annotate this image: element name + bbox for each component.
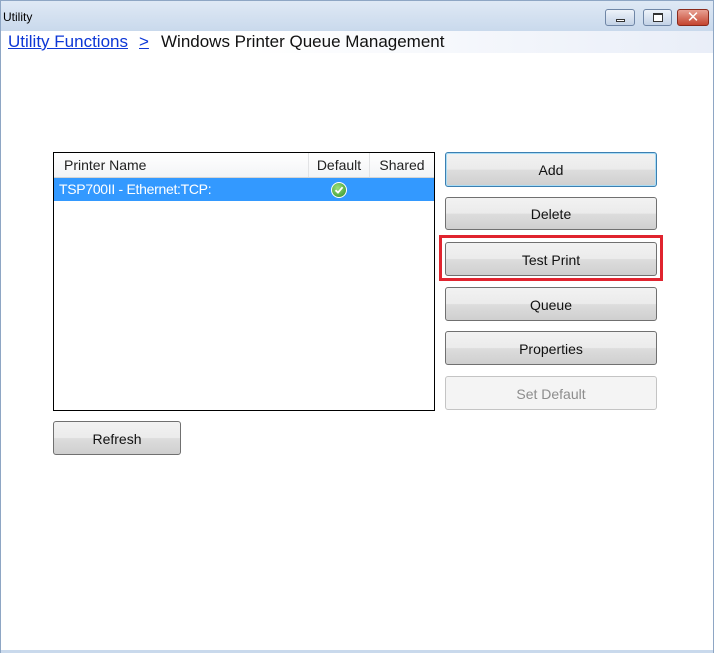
test-print-button[interactable]: Test Print: [445, 242, 657, 276]
close-icon: ✕: [686, 8, 700, 26]
add-button[interactable]: Add: [445, 152, 657, 187]
window-title: Utility: [3, 10, 33, 24]
delete-button[interactable]: Delete: [445, 197, 657, 230]
maximize-button[interactable]: [643, 9, 672, 26]
minimize-button[interactable]: [605, 9, 635, 26]
title-bar[interactable]: Utility ✕: [1, 1, 713, 31]
printer-list[interactable]: Printer Name Default Shared TSP700II - E…: [53, 152, 435, 411]
set-default-button: Set Default: [445, 376, 657, 410]
utility-window: Utility ✕ Utility Functions > Windows Pr…: [0, 0, 714, 653]
breadcrumb-separator: >: [139, 32, 149, 51]
properties-button[interactable]: Properties: [445, 331, 657, 365]
breadcrumb-link-utility-functions[interactable]: Utility Functions: [8, 32, 128, 52]
printer-name-cell: TSP700II - Ethernet:TCP:: [59, 181, 212, 197]
queue-button[interactable]: Queue: [445, 287, 657, 321]
column-header-shared[interactable]: Shared: [370, 153, 434, 177]
printer-row[interactable]: TSP700II - Ethernet:TCP:: [54, 178, 434, 201]
maximize-icon: [653, 13, 663, 22]
check-circle-icon: [331, 182, 347, 198]
column-header-printer-name[interactable]: Printer Name: [54, 153, 309, 177]
minimize-icon: [616, 19, 625, 22]
refresh-button[interactable]: Refresh: [53, 421, 181, 455]
printer-list-header: Printer Name Default Shared: [54, 153, 434, 178]
column-header-default[interactable]: Default: [309, 153, 370, 177]
close-button[interactable]: ✕: [677, 8, 709, 26]
page-title: Windows Printer Queue Management: [161, 32, 445, 51]
